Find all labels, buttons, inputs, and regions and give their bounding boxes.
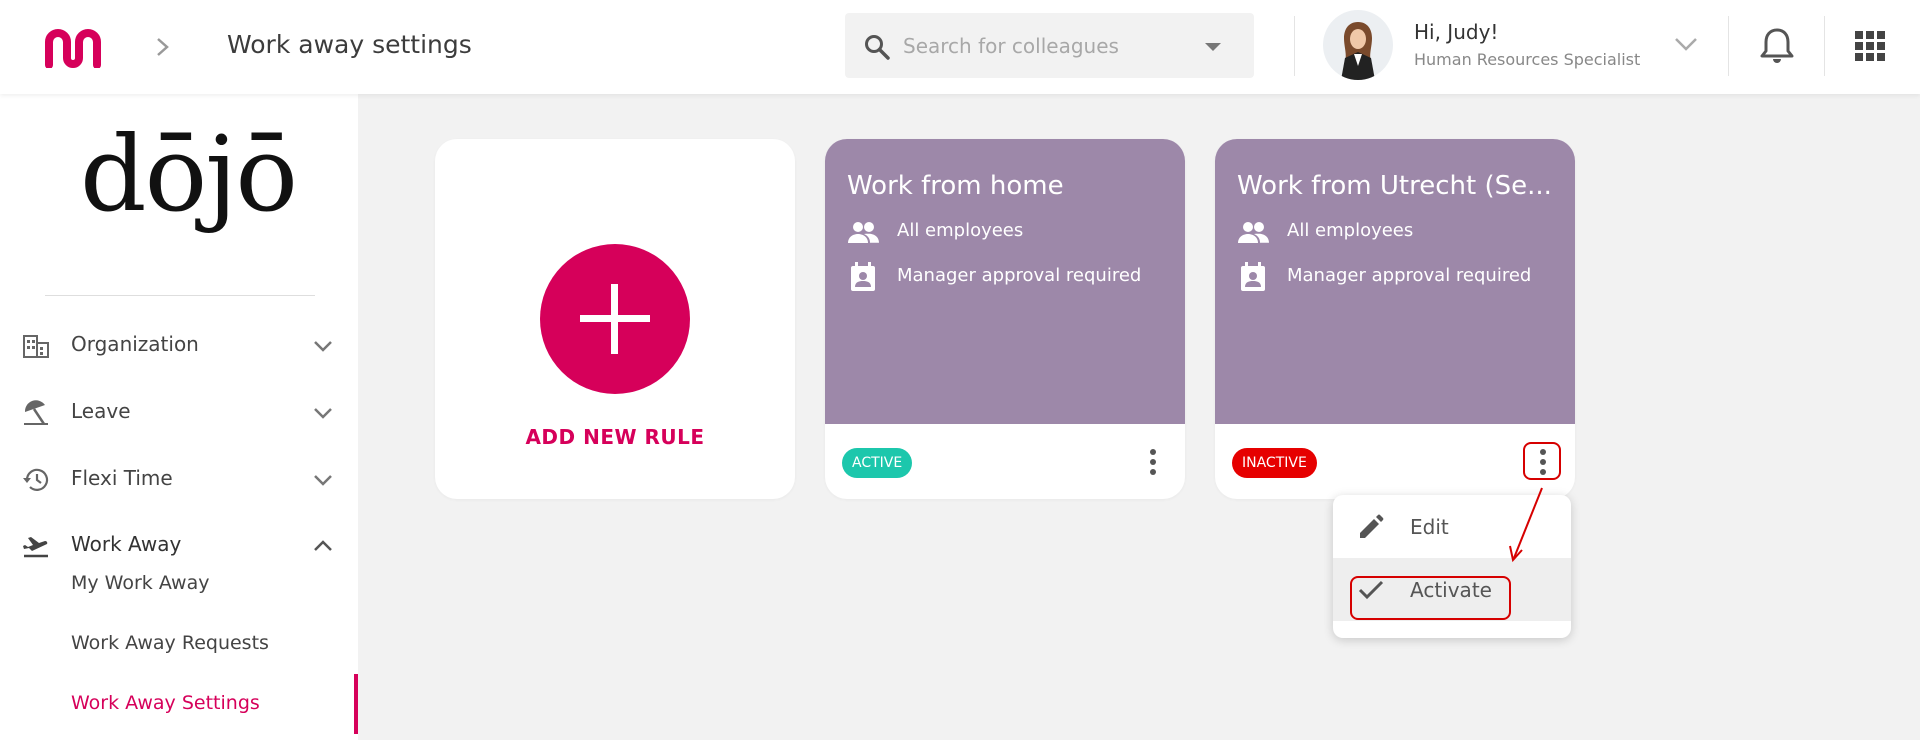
building-icon xyxy=(23,335,49,358)
apps-grid-icon[interactable] xyxy=(1854,30,1886,62)
menu-item-label: Edit xyxy=(1410,515,1449,539)
rule-title: Work from home xyxy=(847,171,1064,201)
header-divider xyxy=(1294,16,1295,76)
chevron-up-icon xyxy=(314,540,332,551)
chevron-down-icon xyxy=(314,475,332,486)
chevron-down-icon xyxy=(314,408,332,419)
brand-logo: dōjō xyxy=(80,113,298,235)
plus-icon[interactable] xyxy=(540,244,690,394)
people-icon xyxy=(848,222,879,243)
rule-audience: All employees xyxy=(1237,215,1557,249)
user-avatar-icon xyxy=(1341,22,1375,80)
user-menu-chevron-icon[interactable] xyxy=(1673,36,1699,52)
top-bar: Work away settings Hi, Judy! Human Resou… xyxy=(0,0,1920,94)
annotation-highlight-box xyxy=(1523,442,1561,480)
more-options-icon[interactable] xyxy=(1147,447,1159,477)
sidebar-item-label: Organization xyxy=(71,332,199,356)
sidebar-item-leave[interactable]: Leave xyxy=(0,386,358,438)
sidebar: dōjō Organization Leave Flexi Time Work … xyxy=(0,94,358,740)
search-dropdown-caret-icon[interactable] xyxy=(1203,41,1223,53)
user-greeting: Hi, Judy! xyxy=(1414,20,1499,44)
header-divider xyxy=(1728,16,1729,76)
rule-card[interactable]: Work from Utrecht (Se... All employees M… xyxy=(1215,139,1575,499)
rule-approval: Manager approval required xyxy=(847,260,1167,294)
search-icon xyxy=(865,35,890,60)
rule-card[interactable]: Work from home All employees Manager app… xyxy=(825,139,1185,499)
sidebar-subitem-work-away-settings[interactable]: Work Away Settings xyxy=(71,692,260,714)
colleague-search[interactable] xyxy=(845,13,1254,78)
sidebar-subitem-my-work-away[interactable]: My Work Away xyxy=(71,572,209,594)
app-logo-icon[interactable] xyxy=(44,28,102,68)
add-rule-label[interactable]: ADD NEW RULE xyxy=(435,425,795,449)
search-input[interactable] xyxy=(903,13,1193,78)
add-rule-card[interactable]: ADD NEW RULE xyxy=(435,139,795,499)
beach-umbrella-icon xyxy=(24,400,48,425)
rule-card-header: Work from Utrecht (Se... All employees M… xyxy=(1215,139,1575,424)
sidebar-item-work-away[interactable]: Work Away xyxy=(0,519,358,571)
contact-calendar-icon xyxy=(1241,262,1265,291)
history-clock-icon xyxy=(23,468,49,491)
status-badge: INACTIVE xyxy=(1232,448,1317,478)
sidebar-subitem-work-away-requests[interactable]: Work Away Requests xyxy=(71,632,269,654)
annotation-arrow-icon xyxy=(1509,487,1543,563)
people-icon xyxy=(1238,222,1269,243)
contact-calendar-icon xyxy=(851,262,875,291)
chevron-down-icon xyxy=(314,341,332,352)
rule-approval: Manager approval required xyxy=(1237,260,1557,294)
breadcrumb-chevron-icon xyxy=(157,38,169,56)
sidebar-item-flexi-time[interactable]: Flexi Time xyxy=(0,453,358,505)
user-role: Human Resources Specialist xyxy=(1414,50,1641,69)
sidebar-item-label: Leave xyxy=(71,399,131,423)
bell-icon[interactable] xyxy=(1760,26,1794,66)
active-indicator xyxy=(354,674,358,734)
page-title: Work away settings xyxy=(227,30,472,59)
avatar[interactable] xyxy=(1323,10,1393,80)
status-badge: ACTIVE xyxy=(842,448,913,478)
rule-audience-text: All employees xyxy=(1287,220,1414,241)
pencil-icon xyxy=(1360,514,1384,538)
sidebar-item-label: Work Away xyxy=(71,532,182,556)
rule-approval-text: Manager approval required xyxy=(1287,265,1532,286)
rule-card-header: Work from home All employees Manager app… xyxy=(825,139,1185,424)
annotation-highlight-box xyxy=(1350,576,1511,620)
rule-title: Work from Utrecht (Se... xyxy=(1237,171,1552,201)
sidebar-item-label: Flexi Time xyxy=(71,466,173,490)
flight-takeoff-icon xyxy=(23,537,48,558)
rule-audience-text: All employees xyxy=(897,220,1024,241)
rule-audience: All employees xyxy=(847,215,1167,249)
sidebar-item-organization[interactable]: Organization xyxy=(0,319,358,371)
header-divider xyxy=(1824,16,1825,76)
rule-approval-text: Manager approval required xyxy=(897,265,1142,286)
sidebar-divider xyxy=(45,295,315,296)
